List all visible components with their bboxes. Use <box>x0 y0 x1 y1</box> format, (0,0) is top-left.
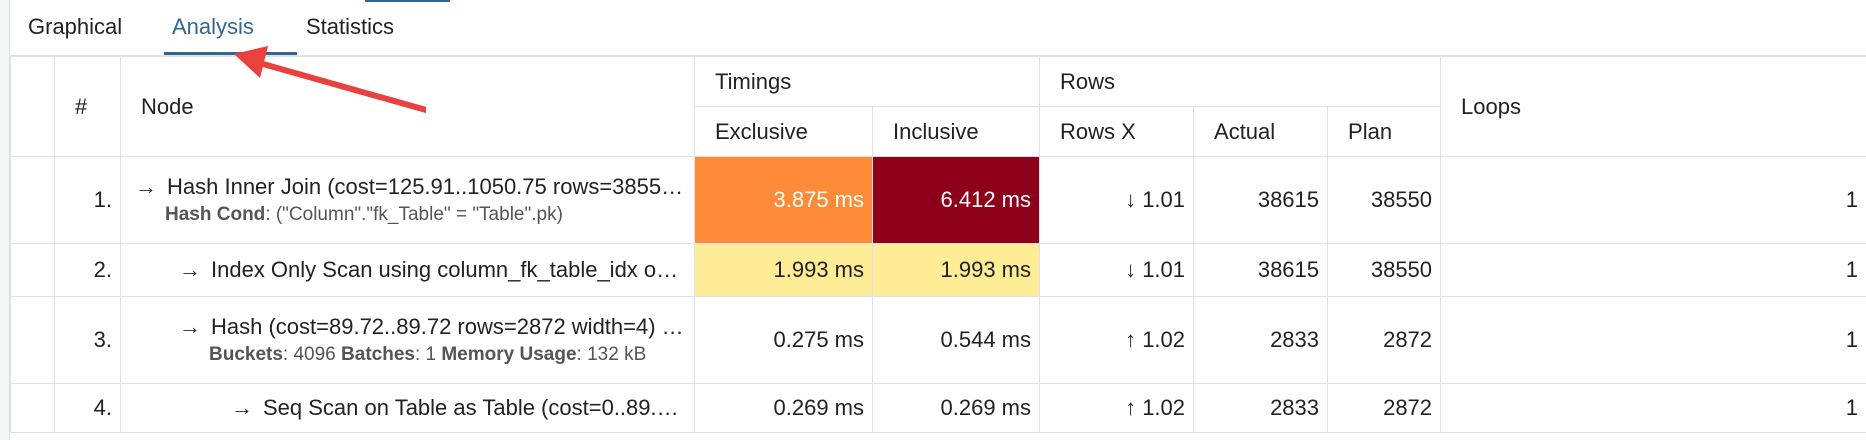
loops: 1 <box>1440 383 1866 433</box>
tab-analysis[interactable]: Analysis <box>172 14 254 40</box>
node-cell[interactable]: → Hash (cost=89.72..89.72 rows=2872 width… <box>120 296 695 384</box>
rows-x: ↑ 1.02 <box>1039 383 1195 433</box>
inclusive-time: 6.412 ms <box>871 156 1041 244</box>
header-blank <box>10 56 55 157</box>
exclusive-time: 3.875 ms <box>694 156 873 244</box>
node-cell[interactable]: → Index Only Scan using column_fk_table_i… <box>120 243 695 297</box>
header-number[interactable]: # <box>54 56 121 157</box>
inclusive-time: 0.544 ms <box>871 296 1041 384</box>
node-detail: Hash Cond: ("Column"."fk_Table" = "Table… <box>135 204 684 226</box>
detail-value: : ("Column"."fk_Table" = "Table".pk) <box>265 204 563 225</box>
rows-plan: 2872 <box>1327 296 1442 384</box>
node-cell[interactable]: → Seq Scan on Table as Table (cost=0..89.… <box>120 383 695 433</box>
header-rows: Rows <box>1039 56 1442 107</box>
rows-x: ↓ 1.01 <box>1039 156 1195 244</box>
table-row[interactable]: 1. → Hash Inner Join (cost=125.91..1050.7… <box>10 156 1866 244</box>
header-timings: Timings <box>693 56 1041 107</box>
detail-value: : 4096 <box>282 344 342 365</box>
rows-plan: 38550 <box>1327 156 1442 244</box>
header-inclusive[interactable]: Inclusive <box>871 106 1041 157</box>
detail-value: : 1 <box>414 344 442 365</box>
table-row[interactable]: 2. → Index Only Scan using column_fk_tabl… <box>10 243 1866 297</box>
node-text: Seq Scan on Table as Table (cost=0..89.7… <box>263 395 684 420</box>
rows-actual: 38615 <box>1193 156 1329 244</box>
header-rows-x[interactable]: Rows X <box>1039 106 1195 157</box>
node-text-line: → Index Only Scan using column_fk_table_i… <box>179 257 684 283</box>
loops: 1 <box>1440 243 1866 297</box>
row-blank-cell <box>10 296 55 384</box>
row-number: 3. <box>54 296 121 384</box>
node-text: Hash Inner Join (cost=125.91..1050.75 ro… <box>167 174 684 199</box>
node-text-line: → Hash (cost=89.72..89.72 rows=2872 width… <box>179 314 684 340</box>
rows-plan: 38550 <box>1327 243 1442 297</box>
detail-key: Batches <box>341 344 415 365</box>
node-detail: Buckets: 4096 Batches: 1 Memory Usage: 1… <box>179 344 684 366</box>
rows-actual: 2833 <box>1193 296 1329 384</box>
header-exclusive[interactable]: Exclusive <box>694 106 873 157</box>
rows-plan: 2872 <box>1327 383 1442 433</box>
node-cell[interactable]: → Hash Inner Join (cost=125.91..1050.75 r… <box>120 156 695 244</box>
table-row[interactable]: 3. → Hash (cost=89.72..89.72 rows=2872 wi… <box>10 296 1866 384</box>
detail-key: Buckets <box>209 344 283 365</box>
red-callout-arrow-icon <box>234 46 426 113</box>
node-text-line: → Hash Inner Join (cost=125.91..1050.75 r… <box>135 174 684 200</box>
left-panel-edge <box>0 0 10 440</box>
row-number: 2. <box>54 243 121 297</box>
node-text-line: → Seq Scan on Table as Table (cost=0..89.… <box>231 395 684 421</box>
loops: 1 <box>1440 156 1866 244</box>
row-number: 1. <box>54 156 121 244</box>
right-arrow-icon: → <box>179 314 201 339</box>
rows-x: ↓ 1.01 <box>1039 243 1195 297</box>
rows-actual: 2833 <box>1193 383 1329 433</box>
loops: 1 <box>1440 296 1866 384</box>
exclusive-time: 1.993 ms <box>694 243 873 297</box>
rows-actual: 38615 <box>1193 243 1329 297</box>
exclusive-time: 0.269 ms <box>694 383 873 433</box>
tab-statistics[interactable]: Statistics <box>306 14 394 40</box>
top-accent-line <box>365 0 450 2</box>
exclusive-time: 0.275 ms <box>694 296 873 384</box>
row-number: 4. <box>54 383 121 433</box>
header-plan[interactable]: Plan <box>1327 106 1442 157</box>
right-arrow-icon: → <box>135 174 157 199</box>
header-actual[interactable]: Actual <box>1193 106 1329 157</box>
detail-key: Hash Cond <box>165 204 266 225</box>
detail-value: : 132 kB <box>576 344 647 365</box>
rows-x: ↑ 1.02 <box>1039 296 1195 384</box>
row-blank-cell <box>10 156 55 244</box>
inclusive-time: 0.269 ms <box>871 383 1041 433</box>
detail-key: Memory Usage <box>441 344 577 365</box>
table-row[interactable]: 4. → Seq Scan on Table as Table (cost=0..… <box>10 383 1866 433</box>
row-blank-cell <box>10 243 55 297</box>
tab-graphical[interactable]: Graphical <box>28 14 122 40</box>
header-loops[interactable]: Loops <box>1440 56 1866 157</box>
right-arrow-icon: → <box>231 395 253 420</box>
inclusive-time: 1.993 ms <box>871 243 1041 297</box>
node-text: Index Only Scan using column_fk_table_id… <box>211 257 684 282</box>
right-arrow-icon: → <box>179 257 201 282</box>
row-blank-cell <box>10 383 55 433</box>
node-text: Hash (cost=89.72..89.72 rows=2872 width=… <box>211 314 684 339</box>
